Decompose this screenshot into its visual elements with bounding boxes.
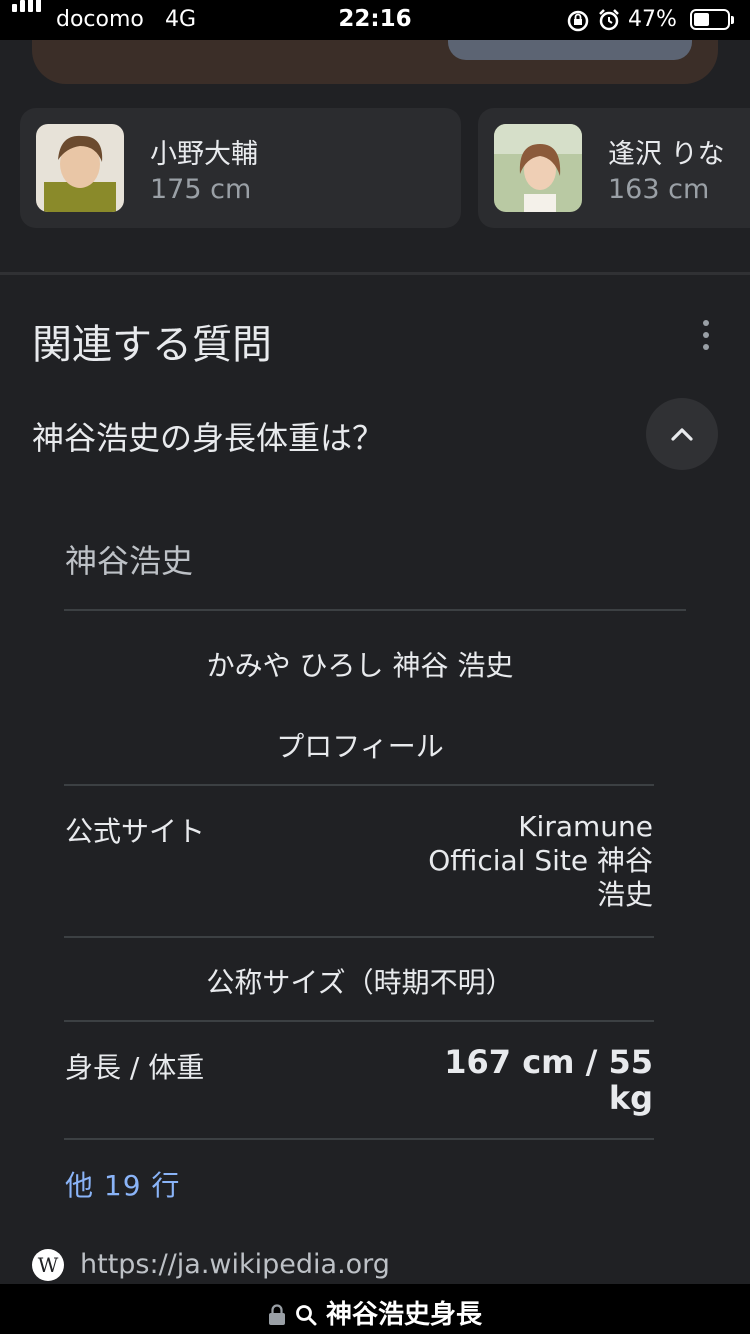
infobox-title: 神谷浩史 bbox=[65, 542, 194, 580]
alarm-icon bbox=[599, 9, 619, 31]
divider bbox=[64, 936, 654, 938]
previous-card-image bbox=[448, 40, 692, 60]
question-text[interactable]: 神谷浩史の身長体重は？ bbox=[32, 413, 384, 459]
actor-photo bbox=[494, 124, 582, 212]
infobox-reading: かみや ひろし 神谷 浩史 bbox=[206, 649, 514, 682]
query-text: 神谷浩史身長 bbox=[326, 1300, 483, 1330]
section-divider bbox=[0, 272, 750, 275]
actor-card-2[interactable]: 逢沢 りな 163 cm bbox=[478, 108, 750, 228]
more-options-icon[interactable] bbox=[694, 318, 718, 352]
profile-header: プロフィール bbox=[276, 730, 444, 763]
orientation-lock-icon bbox=[567, 10, 589, 32]
address-bar-query: 神谷浩史身長 bbox=[0, 1294, 750, 1331]
actor-card-1[interactable]: 小野大輔 175 cm bbox=[20, 108, 461, 228]
actor-name: 小野大輔 bbox=[150, 139, 258, 170]
battery-icon bbox=[690, 9, 734, 30]
official-site-label: 公式サイト bbox=[65, 815, 206, 848]
height-weight-label: 身長 / 体重 bbox=[65, 1051, 205, 1084]
status-bar: docomo 4G 22:16 47% bbox=[0, 0, 750, 40]
official-site-value[interactable]: Kiramune Official Site 神谷 浩史 bbox=[428, 810, 653, 912]
wikipedia-icon: W bbox=[32, 1249, 64, 1281]
actor-name: 逢沢 りな bbox=[608, 139, 725, 170]
divider bbox=[64, 1138, 654, 1140]
actor-height: 175 cm bbox=[150, 174, 252, 205]
actor-photo bbox=[36, 124, 124, 212]
more-rows-link[interactable]: 他 19 行 bbox=[65, 1164, 180, 1204]
battery-percent: 47% bbox=[628, 7, 677, 32]
divider bbox=[64, 609, 686, 611]
height-weight-value: 167 cm / 55 kg bbox=[444, 1043, 653, 1117]
search-icon bbox=[296, 1305, 317, 1326]
size-header: 公称サイズ（時期不明） bbox=[206, 966, 514, 999]
lock-icon bbox=[268, 1304, 285, 1325]
actor-height: 163 cm bbox=[608, 174, 710, 205]
collapse-button[interactable] bbox=[646, 398, 718, 470]
divider bbox=[64, 784, 654, 786]
related-questions-title: 関連する質問 bbox=[32, 322, 272, 368]
chevron-up-icon bbox=[671, 428, 693, 441]
source-url[interactable]: https://ja.wikipedia.org bbox=[80, 1249, 390, 1280]
address-bar[interactable]: 神谷浩史身長 bbox=[0, 1284, 750, 1334]
divider bbox=[64, 1020, 654, 1022]
